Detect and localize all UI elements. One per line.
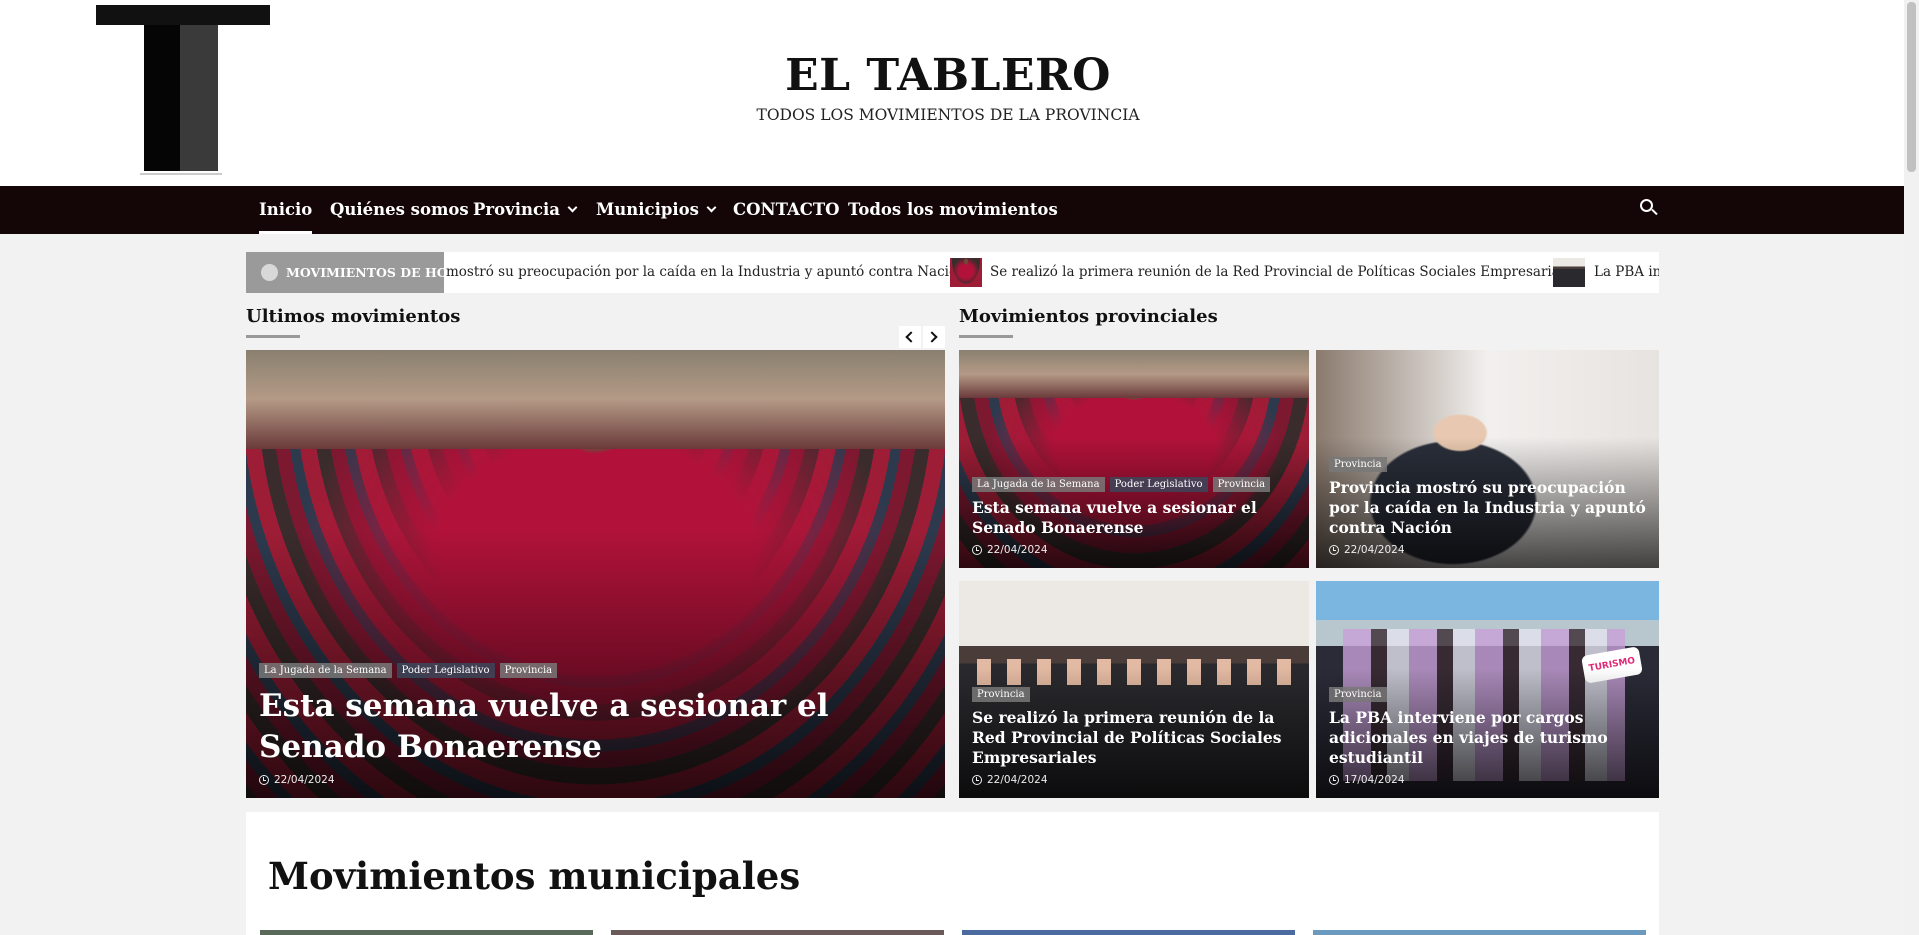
- clock-icon: [1329, 545, 1339, 555]
- clock-icon: [259, 775, 269, 785]
- nav-item-label: CONTACTO: [733, 200, 840, 219]
- site-header: EL TABLERO TODOS LOS MOVIMIENTOS DE LA P…: [0, 0, 1904, 186]
- category-tag[interactable]: Provincia: [499, 663, 558, 678]
- site-title[interactable]: EL TABLERO: [0, 50, 1896, 101]
- date-text: 17/04/2024: [1344, 774, 1405, 786]
- ticker-track: mostró su preocupación por la caída en l…: [444, 252, 1659, 293]
- ticker-label-text: MOVIMIENTOS DE HOY: [286, 265, 457, 280]
- heading-underline: [246, 335, 300, 338]
- logo-bar: [96, 5, 270, 25]
- date-text: 22/04/2024: [274, 774, 335, 786]
- article-card[interactable]: La Jugada de la Semana Poder Legislativo…: [959, 350, 1309, 568]
- date-text: 22/04/2024: [987, 544, 1048, 556]
- date-text: 22/04/2024: [1344, 544, 1405, 556]
- scrollbar-thumb[interactable]: [1907, 2, 1916, 172]
- article-thumbnail[interactable]: [1313, 930, 1646, 935]
- nav-item-municipios[interactable]: Municipios: [596, 186, 717, 234]
- ticker-item[interactable]: La PBA interviene por cargos adicionales…: [1594, 252, 1659, 293]
- nav-item-provincia[interactable]: Provincia: [473, 186, 578, 234]
- nav-item-label: Quiénes somos: [330, 200, 469, 219]
- article-date: 17/04/2024: [1329, 774, 1647, 786]
- article-date: 22/04/2024: [259, 774, 933, 786]
- article-card[interactable]: Provincia Provincia mostró su preocupaci…: [1316, 350, 1659, 568]
- chevron-down-icon: [567, 202, 578, 213]
- nav-item-quienes-somos[interactable]: Quiénes somos: [330, 186, 469, 234]
- carousel-prev-button[interactable]: [899, 326, 921, 348]
- clock-icon: [1329, 775, 1339, 785]
- nav-item-label: Municipios: [596, 200, 699, 219]
- category-tag[interactable]: La Jugada de la Semana: [259, 663, 392, 678]
- category-tag[interactable]: Poder Legislativo: [1109, 477, 1208, 492]
- ticker-thumbnail[interactable]: [950, 258, 982, 287]
- nav-item-inicio[interactable]: Inicio: [259, 186, 313, 234]
- category-tag[interactable]: Provincia: [1212, 477, 1271, 492]
- clock-icon: [972, 775, 982, 785]
- site-tagline: TODOS LOS MOVIMIENTOS DE LA PROVINCIA: [756, 106, 1140, 124]
- article-date: 22/04/2024: [972, 774, 1297, 786]
- ticker-label: MOVIMIENTOS DE HOY: [246, 252, 457, 293]
- category-list: Provincia: [972, 687, 1297, 702]
- news-ticker: MOVIMIENTOS DE HOY mostró su preocupació…: [246, 252, 1659, 293]
- nav-item-label: Provincia: [473, 200, 560, 219]
- ticker-item[interactable]: mostró su preocupación por la caída en l…: [446, 252, 966, 293]
- date-text: 22/04/2024: [987, 774, 1048, 786]
- featured-article-card[interactable]: La Jugada de la Semana Poder Legislativo…: [246, 350, 945, 798]
- article-date: 22/04/2024: [1329, 544, 1647, 556]
- article-thumbnail[interactable]: [611, 930, 944, 935]
- heading-underline: [959, 335, 1013, 338]
- article-card[interactable]: TURISMO Provincia La PBA interviene por …: [1316, 581, 1659, 798]
- section-heading-provincial: Movimientos provinciales: [959, 306, 1218, 327]
- category-list: La Jugada de la Semana Poder Legislativo…: [259, 663, 933, 678]
- chevron-down-icon: [706, 202, 717, 213]
- nav-item-contacto[interactable]: CONTACTO: [733, 186, 840, 234]
- category-tag[interactable]: Provincia: [1329, 457, 1387, 472]
- ticker-thumbnail[interactable]: [1553, 258, 1585, 287]
- nav-item-label: Inicio: [259, 200, 313, 219]
- section-heading-municipal: Movimientos municipales: [268, 854, 801, 898]
- nav-item-label: Todos los movimientos: [848, 200, 1058, 219]
- article-title[interactable]: La PBA interviene por cargos adicionales…: [1329, 708, 1647, 768]
- search-icon[interactable]: [1640, 199, 1658, 217]
- category-list: Provincia: [1329, 457, 1647, 472]
- chevron-left-icon: [905, 331, 917, 343]
- article-thumbnail[interactable]: [260, 930, 593, 935]
- article-date: 22/04/2024: [972, 544, 1297, 556]
- carousel-next-button[interactable]: [923, 326, 945, 348]
- page-scrollbar[interactable]: [1904, 0, 1919, 935]
- article-title[interactable]: Se realizó la primera reunión de la Red …: [972, 708, 1297, 768]
- category-tag[interactable]: La Jugada de la Semana: [972, 477, 1105, 492]
- article-card[interactable]: Provincia Se realizó la primera reunión …: [959, 581, 1309, 798]
- article-title[interactable]: Provincia mostró su preocupación por la …: [1329, 478, 1647, 538]
- article-title[interactable]: Esta semana vuelve a sesionar el Senado …: [259, 686, 933, 768]
- category-tag[interactable]: Poder Legislativo: [396, 663, 495, 678]
- category-tag[interactable]: Provincia: [1329, 687, 1387, 702]
- municipal-section: Movimientos municipales: [246, 812, 1659, 935]
- category-list: La Jugada de la Semana Poder Legislativo…: [972, 477, 1297, 492]
- logo-divider: [140, 173, 222, 175]
- live-dot-icon: [261, 264, 278, 281]
- section-heading-latest: Ultimos movimientos: [246, 306, 461, 327]
- article-thumbnail[interactable]: [962, 930, 1295, 935]
- article-title[interactable]: Esta semana vuelve a sesionar el Senado …: [972, 498, 1297, 538]
- category-tag[interactable]: Provincia: [972, 687, 1030, 702]
- category-list: Provincia: [1329, 687, 1647, 702]
- ticker-item[interactable]: Se realizó la primera reunión de la Red …: [990, 252, 1579, 293]
- nav-item-todos-los-movimientos[interactable]: Todos los movimientos: [848, 186, 1058, 234]
- chevron-right-icon: [926, 331, 938, 343]
- main-navigation: Inicio Quiénes somos Provincia Municipio…: [0, 186, 1904, 234]
- clock-icon: [972, 545, 982, 555]
